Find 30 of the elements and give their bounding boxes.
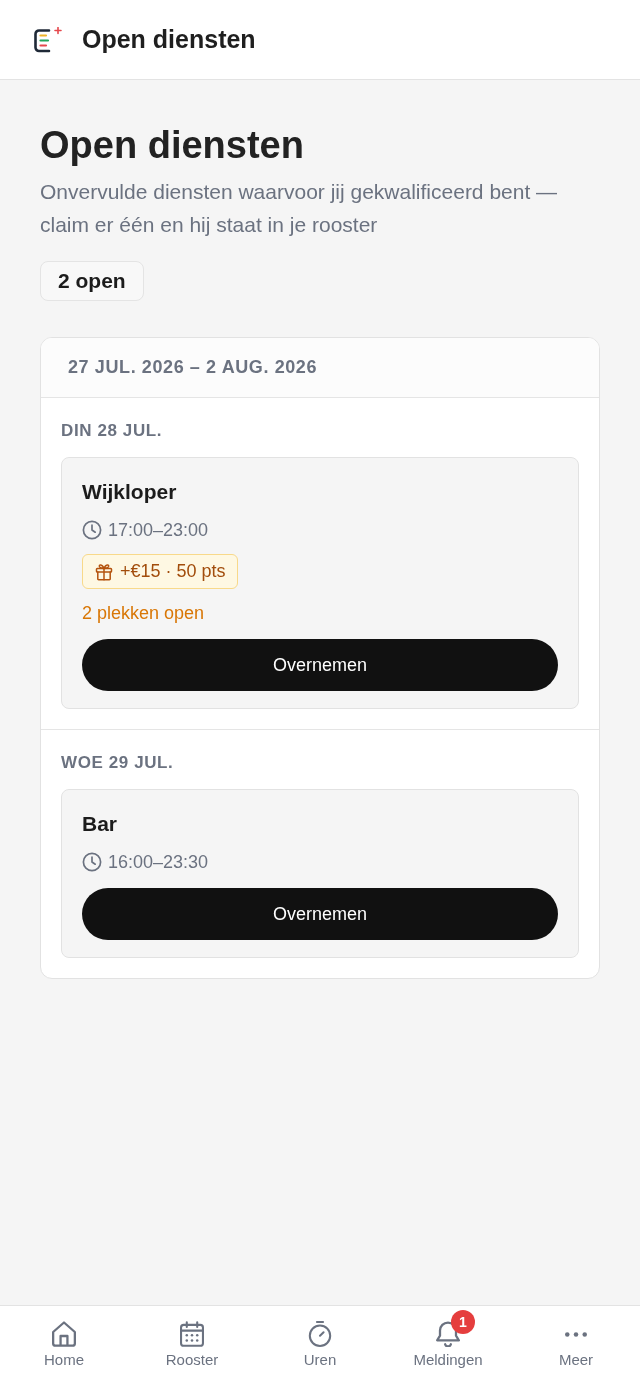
take-over-button[interactable]: Overnemen: [82, 888, 558, 940]
nav-item[interactable]: 1 Meldingen: [384, 1306, 512, 1385]
open-count-chip: 2 open: [40, 261, 144, 301]
nav-item[interactable]: Uren: [256, 1306, 384, 1385]
nav-item[interactable]: Rooster: [128, 1306, 256, 1385]
more-icon: [565, 1331, 587, 1337]
take-over-button[interactable]: Overnemen: [82, 639, 558, 691]
open-spots-text: 2 plekken open: [82, 602, 206, 624]
clock-icon: [82, 852, 102, 872]
shift-time: 16:00–23:30: [108, 851, 209, 873]
day-label: DIN 28 JUL.: [61, 420, 164, 442]
nav-item[interactable]: Meer: [512, 1306, 640, 1385]
shift-title: Bar: [82, 811, 119, 837]
clock-icon: [82, 520, 102, 540]
notification-count-badge: 1: [451, 1310, 475, 1334]
app-logo-icon: [33, 26, 62, 54]
stopwatch-icon: [308, 1321, 332, 1347]
app-bar-title: Open diensten: [82, 25, 256, 54]
gift-icon: [95, 562, 113, 581]
week-range: 27 JUL. 2026 – 2 AUG. 2026: [41, 338, 599, 398]
bonus-text: +€15 · 50 pts: [120, 561, 226, 582]
shift-title: Wijkloper: [82, 479, 178, 505]
page-subtitle: Onvervulde diensten waarvoor jij gekwalificeerd bent — claim er één en hij staat in je rooster: [40, 179, 559, 238]
calendar-icon: [180, 1321, 204, 1347]
home-icon: [52, 1321, 76, 1347]
day-label: WOE 29 JUL.: [61, 752, 175, 774]
page-title: Open diensten: [40, 123, 305, 168]
nav-item[interactable]: Home: [0, 1306, 128, 1385]
bell-icon: [436, 1321, 460, 1347]
shift-time: 17:00–23:00: [108, 519, 209, 541]
